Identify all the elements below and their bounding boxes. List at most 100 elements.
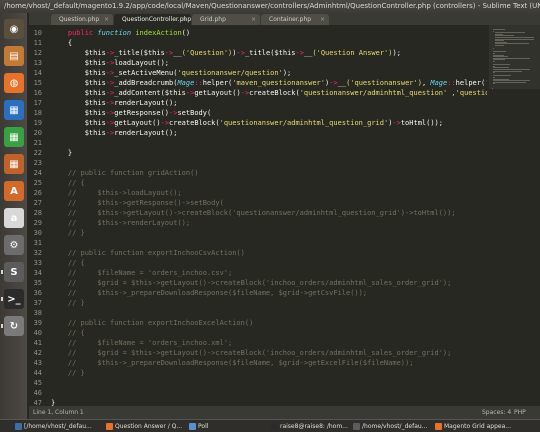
line-number: 11 [33, 39, 42, 47]
minimap-line [493, 51, 506, 53]
code-line: // { [51, 258, 85, 268]
line-number: 21 [33, 139, 42, 147]
line-number: 42 [33, 349, 42, 357]
code-token: $this [51, 129, 106, 137]
code-token: ,'question [451, 89, 487, 97]
code-area[interactable]: public function indexAction() { $this->_… [51, 25, 487, 406]
software-center-glyph: A [10, 185, 18, 197]
code-token: -> [295, 49, 304, 57]
taskbar-item-label: /home/vhost/_defau... [362, 423, 428, 430]
tab-close-icon[interactable]: × [320, 14, 325, 25]
line-number: 19 [33, 119, 42, 127]
firefox-glyph: ◍ [9, 77, 19, 89]
taskbar-item[interactable]: Poll [188, 421, 270, 432]
code-editor[interactable]: 10 11 12 13 14 15 16 17 18 19 20 21 22 23 24 25 26 27 28 29… [29, 25, 489, 406]
code-token: // $grid = $this->getLayout()->createBlo… [51, 279, 452, 287]
syntax-selector[interactable]: PHP [514, 406, 526, 419]
code-token: { [51, 39, 73, 47]
line-number: 29 [33, 219, 42, 227]
launcher-amazon-icon[interactable]: a [4, 208, 24, 228]
code-token: _setActiveMenu( [114, 69, 178, 77]
launcher-software-center-icon[interactable]: A [4, 181, 24, 201]
tab-close-icon[interactable]: × [182, 14, 187, 25]
code-token: -> [236, 49, 245, 57]
taskbar-item[interactable]: /home/vhost/_defau... [352, 421, 434, 432]
taskbar-item-label: Poll [198, 423, 209, 430]
taskbar-item[interactable]: Magento Grid appea... [434, 421, 516, 432]
code-token: -> [105, 109, 115, 117]
code-token: $this [51, 69, 106, 77]
code-line: // $this->_prepareDownloadResponse($file… [51, 288, 367, 298]
code-token: $this [51, 49, 106, 57]
line-number: 15 [33, 79, 42, 87]
launcher-dash-icon[interactable]: ◉ [4, 19, 24, 39]
tab-question-php[interactable]: Question.php × [51, 14, 113, 25]
status-bar: Line 1, Column 1 Spaces: 4 PHP [29, 406, 540, 419]
code-line: // public function exportInchooExcelActi… [51, 318, 253, 328]
code-line: $this->_addContent($this->getLayout()->c… [51, 88, 487, 98]
minimap[interactable] [489, 25, 540, 406]
cursor-position: Line 1, Column 1 [33, 409, 84, 416]
amazon-glyph: a [10, 212, 18, 224]
code-token: // } [51, 299, 85, 307]
window-title-bar: /home/vhost/_default/magento1.9.2/app/co… [0, 0, 540, 13]
sublime-glyph: S [10, 266, 18, 278]
tab-close-icon[interactable]: × [104, 14, 109, 25]
tab-questioncontroller-php[interactable]: QuestionController.php × [114, 14, 191, 25]
code-token: -> [105, 119, 115, 127]
minimap-line [493, 64, 511, 66]
code-line: // $this->getLayout()->createBlock('ques… [51, 208, 456, 218]
code-token: 'questionanswer/adminhtml_question' [299, 89, 448, 97]
launcher-updater-icon[interactable]: ↻ [1, 316, 24, 336]
line-number: 20 [33, 129, 42, 137]
taskbar-item[interactable]: Question Answer / Q... [105, 421, 187, 432]
code-token: ('Question') [181, 49, 233, 57]
code-token: // public function exportInchooExcelActi… [51, 319, 254, 327]
line-number: 47 [33, 399, 42, 406]
code-line: $this->getLayout()->createBlock('questio… [51, 118, 443, 128]
taskbar-item-label: [/home/vhost/_defau... [24, 423, 92, 430]
tab-container-php[interactable]: Container.php × [261, 14, 329, 25]
code-token: } [51, 149, 73, 157]
code-token: -> [105, 69, 115, 77]
code-line: // $this->_prepareDownloadResponse($file… [51, 358, 414, 368]
line-number: 14 [33, 69, 42, 77]
line-number: 28 [33, 209, 42, 217]
line-number: 24 [33, 169, 42, 177]
window-icon [353, 423, 360, 430]
taskbar-item[interactable]: raise8@raise8: /hom... [270, 421, 352, 432]
code-token: -> [105, 59, 115, 67]
launcher-files-icon[interactable]: ▤ [4, 46, 24, 66]
launcher-writer-icon[interactable]: ▦ [4, 100, 24, 120]
launcher-firefox-icon[interactable]: ◍ [4, 73, 24, 93]
code-token: helper('m [455, 79, 487, 87]
code-line: { [51, 38, 72, 48]
code-line: // $this->renderLayout(); [51, 218, 190, 228]
taskbar-item-label: Magento Grid appea... [444, 423, 511, 430]
launcher-calc-icon[interactable]: ▦ [4, 127, 24, 147]
line-number-gutter: 10 11 12 13 14 15 16 17 18 19 20 21 22 23 24 25 26 27 28 29… [29, 25, 49, 406]
unity-launcher: ◉ ▤ ◍ ▦ ▦ ▦ Aa ⚙ S >_ ↻ [0, 13, 28, 419]
taskbar-item[interactable]: [/home/vhost/_defau... [14, 421, 96, 432]
code-token: -> [105, 99, 115, 107]
code-line: $this->renderLayout(); [51, 128, 178, 138]
launcher-terminal-icon[interactable]: >_ [1, 289, 24, 309]
code-token: // $grid = $this->getLayout()->createBlo… [51, 349, 452, 357]
window-icon [271, 423, 278, 430]
code-token: getResponse() [114, 109, 170, 117]
tab-grid-php[interactable]: Grid.php × [192, 14, 260, 25]
code-line: // { [51, 328, 85, 338]
terminal-glyph: >_ [7, 293, 21, 305]
code-token: $this [51, 79, 106, 87]
code-token: ); [392, 49, 401, 57]
code-line: // } [51, 298, 85, 308]
launcher-impress-icon[interactable]: ▦ [4, 154, 24, 174]
tab-close-icon[interactable]: × [251, 14, 256, 25]
launcher-settings-icon[interactable]: ⚙ [4, 235, 24, 255]
indentation-setting[interactable]: Spaces: 4 [482, 406, 511, 419]
launcher-sublime-icon[interactable]: S [1, 262, 24, 282]
code-line: // $fileName = 'orders_inchoo.csv'; [51, 268, 232, 278]
code-token: ); [282, 69, 292, 77]
code-line: // $fileName = 'orders_inchoo.xml'; [51, 338, 232, 348]
